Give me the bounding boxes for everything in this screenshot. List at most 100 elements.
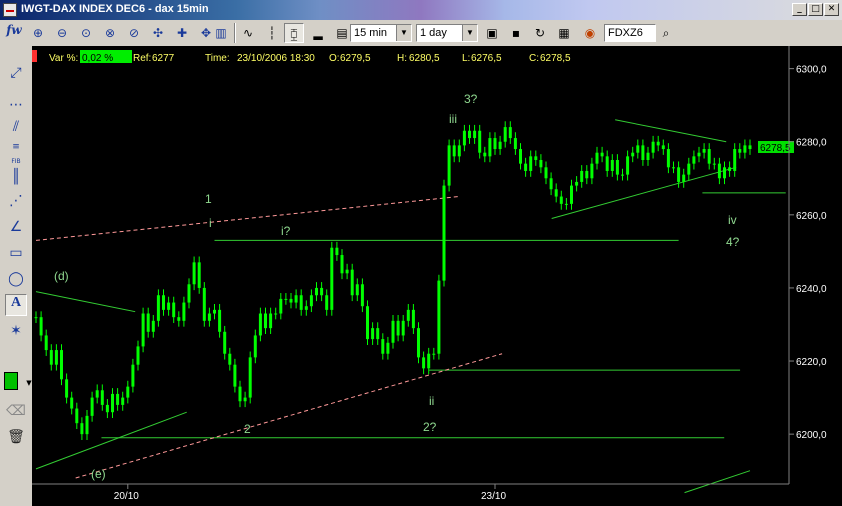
table-icon[interactable]: ▦ [554, 23, 574, 43]
crosshair-icon[interactable]: ✚ [172, 23, 192, 43]
zoom-reset-icon[interactable]: ✣ [148, 23, 168, 43]
candle-body [350, 269, 354, 296]
timeframe-select[interactable]: 15 min ▼ [350, 24, 412, 42]
candle-body [192, 262, 196, 285]
candle-body [202, 287, 206, 321]
candle-body [575, 181, 579, 186]
candle-body [116, 393, 120, 405]
candle-body [743, 145, 747, 153]
candle-body [483, 152, 487, 157]
chart-background [32, 46, 842, 506]
parallel-lines-tool-icon[interactable]: ⫽ [5, 116, 27, 138]
candle-body [595, 152, 599, 164]
formula-button[interactable]: fw [4, 23, 24, 43]
ellipse-tool-icon[interactable]: ◯ [5, 268, 27, 290]
var-value: 0,02 % [82, 53, 113, 64]
candle-body [238, 386, 242, 402]
price-chart[interactable]: 6278,5 6300,0 6280,0 6260,0 6240,0 6220,0 620… [32, 46, 842, 506]
candle-body [488, 138, 492, 157]
minimize-button[interactable]: _ [792, 3, 807, 16]
candlestick-chart-icon[interactable]: ⧮ [284, 23, 304, 43]
candle-body [65, 379, 69, 398]
candle-body [284, 298, 288, 300]
candle-body [717, 163, 721, 179]
split-chart-icon[interactable]: ▥ [210, 23, 232, 43]
maximize-button[interactable]: □ [808, 3, 823, 16]
candle-body [651, 141, 655, 153]
wand-tool-icon[interactable]: ✶ [5, 320, 27, 342]
candle-body [131, 364, 135, 387]
chevron-down-icon[interactable]: ▼ [462, 25, 477, 41]
eraser-icon[interactable]: ⌫ [5, 400, 27, 422]
text-tool-icon[interactable]: A [5, 294, 27, 316]
zoom-vertical-icon[interactable]: ⊘ [124, 23, 144, 43]
candle-body [610, 160, 614, 171]
horizontal-line-tool-icon[interactable]: ⋯ [5, 94, 27, 116]
candle-body [197, 262, 201, 288]
zoom-horizontal-icon[interactable]: ⊗ [100, 23, 120, 43]
color-picker-icon[interactable] [4, 372, 18, 390]
rectangle-tool-icon[interactable]: ▭ [5, 242, 27, 264]
candle-body [626, 156, 630, 175]
candle-body [590, 163, 594, 179]
candle-body [299, 295, 303, 310]
candle-body [748, 145, 752, 150]
open-value: 6279,5 [340, 53, 371, 64]
zoom-fit-icon[interactable]: ⊙ [76, 23, 96, 43]
candle-body [422, 357, 426, 369]
zoom-in-icon[interactable]: ⊕ [28, 23, 48, 43]
candle-body [151, 320, 155, 332]
candle-body [75, 408, 79, 424]
vertical-lines-tool-icon[interactable]: ║ [5, 166, 27, 188]
candle-body [600, 152, 604, 157]
candle-body [432, 353, 436, 355]
fibonacci-tool-icon[interactable]: ≡ FIB [5, 140, 27, 165]
globe-icon[interactable]: ◉ [580, 23, 600, 43]
candle-body [207, 313, 211, 321]
candle-body [126, 386, 130, 398]
bar-chart-icon[interactable]: ┆ [262, 23, 282, 43]
candle-body [656, 141, 660, 146]
angle-tool-icon[interactable]: ∠ [5, 216, 27, 238]
search-icon[interactable]: ⌕ [656, 23, 676, 43]
save-icon[interactable]: ▪ [506, 23, 526, 43]
wave-label-2-question: 2? [423, 420, 437, 434]
line-chart-icon[interactable]: ∿ [238, 23, 258, 43]
candle-body [437, 280, 441, 354]
candle-body [121, 397, 125, 405]
refresh-icon[interactable]: ↻ [530, 23, 550, 43]
chevron-down-icon[interactable]: ▼ [396, 25, 411, 41]
candle-body [452, 145, 456, 157]
candle-body [585, 170, 589, 179]
candle-body [44, 335, 48, 351]
candle-body [309, 295, 313, 307]
range-select[interactable]: 1 day ▼ [416, 24, 478, 42]
print-icon[interactable]: ▣ [482, 23, 502, 43]
low-label: L: [462, 53, 470, 64]
fan-tool-icon[interactable]: ⋰ [5, 190, 27, 212]
candle-body [396, 320, 400, 336]
symbol-input[interactable]: FDXZ6 [604, 24, 656, 42]
candle-body [417, 328, 420, 358]
wave-label-d: (d) [54, 269, 69, 283]
candle-body [493, 138, 497, 150]
candle-body [554, 189, 558, 197]
zoom-out-icon[interactable]: ⊖ [52, 23, 72, 43]
candle-body [519, 149, 522, 164]
candle-body [544, 167, 548, 179]
candle-body [233, 364, 237, 387]
histogram-icon[interactable]: ▂ [308, 23, 328, 43]
trendline-tool-icon[interactable]: ⤢ [5, 62, 27, 84]
candle-body [529, 156, 533, 171]
close-button[interactable]: ✕ [824, 3, 839, 16]
candle-body [360, 284, 364, 307]
wave-label-3-question: 3? [464, 92, 478, 106]
trash-icon[interactable]: 🗑 [5, 426, 27, 448]
candle-body [702, 149, 706, 153]
candle-body [253, 335, 257, 358]
properties-icon[interactable]: ▤ [332, 23, 352, 43]
candle-body [213, 309, 216, 314]
wave-label-e: (e) [91, 467, 106, 481]
time-tick-label: 20/10 [114, 491, 139, 502]
last-price-tag: 6278,5 [760, 143, 791, 154]
